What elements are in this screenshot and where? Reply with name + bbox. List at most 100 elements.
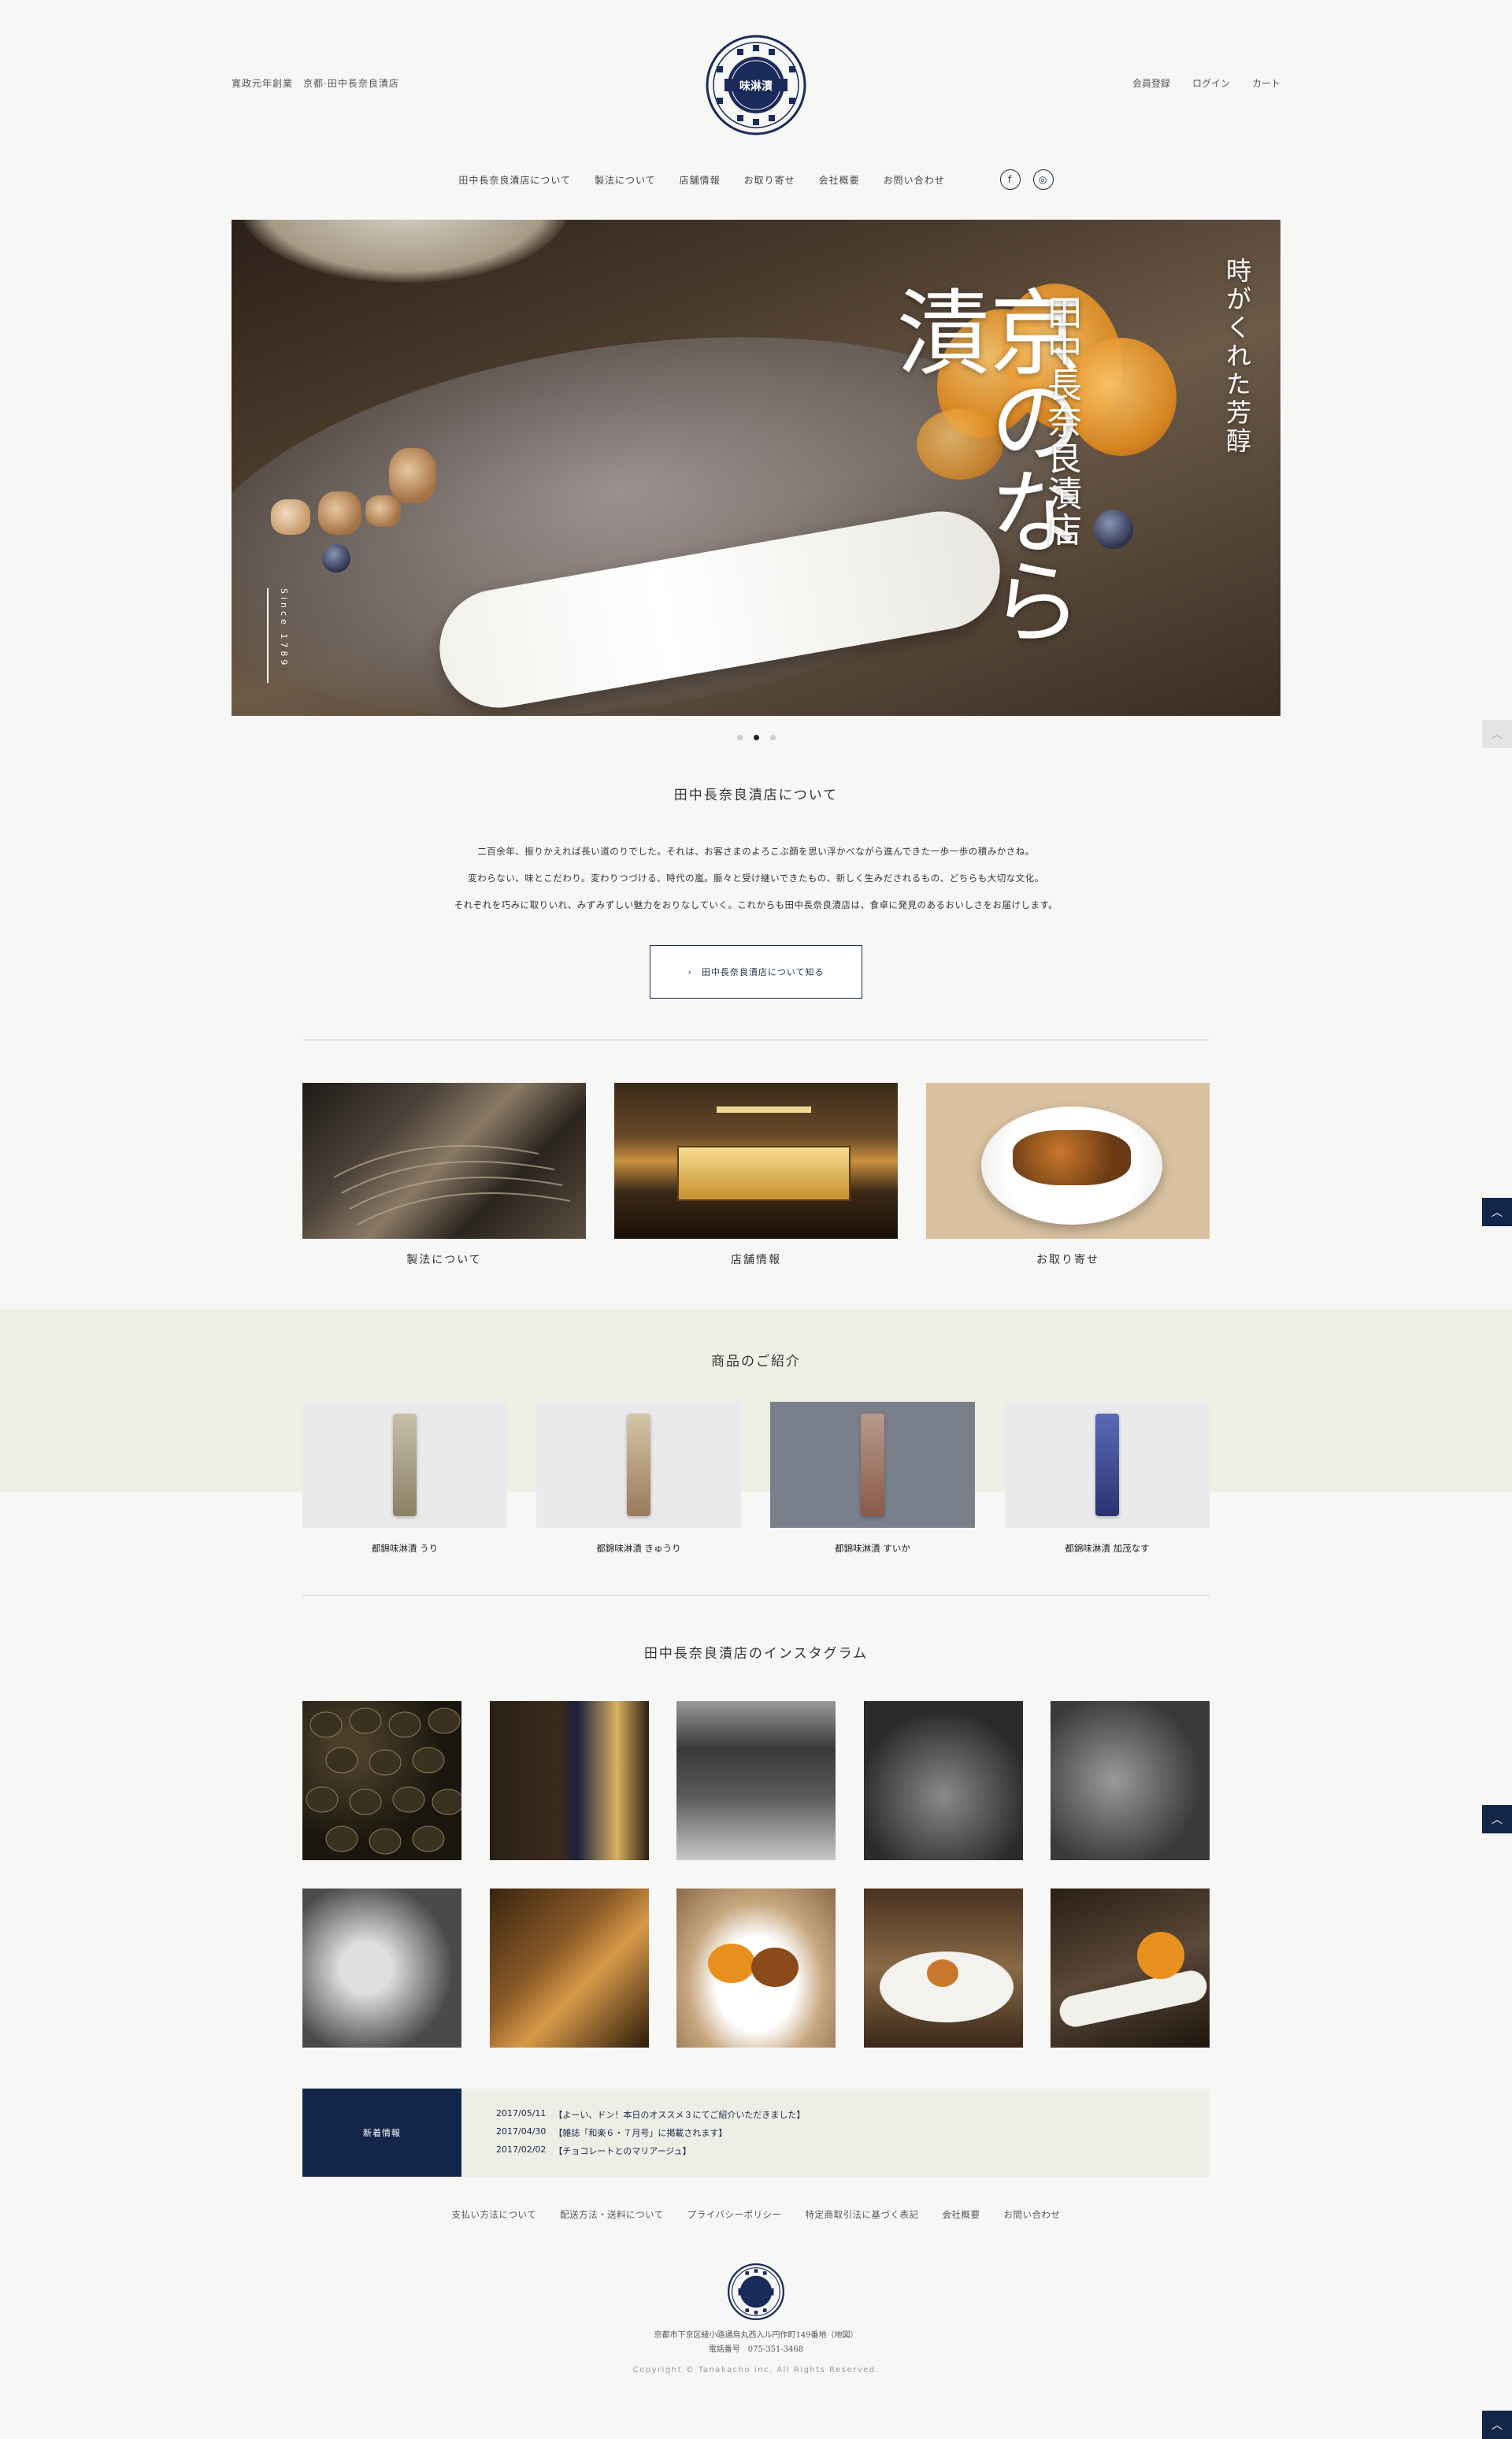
- hero-shop-name: 田中長奈良漬店: [1041, 295, 1081, 548]
- product-name: 都錦味淋漬 きゅうり: [596, 1543, 681, 1554]
- instagram-photo[interactable]: [676, 1701, 836, 1860]
- hero-divider: [267, 588, 269, 683]
- instagram-photo[interactable]: [302, 1701, 461, 1860]
- product-card[interactable]: 都錦味淋漬 すいか: [770, 1402, 975, 1555]
- header-tagline: 寛政元年創業 京都·田中長奈良漬店: [232, 78, 399, 89]
- feature-image-order: [926, 1083, 1210, 1239]
- news-item[interactable]: 2017/05/11 【よーい、ドン！本日のオススメ３にてご紹介いただきました】: [496, 2108, 1210, 2126]
- news-text: 【よーい、ドン！本日のオススメ３にてご紹介いただきました】: [554, 2110, 806, 2120]
- footer-link-privacy[interactable]: プライバシーポリシー: [687, 2208, 782, 2221]
- slider-dot-active[interactable]: [753, 735, 759, 740]
- news-text: 【雑誌「和楽６・７月号」に掲載されます】: [554, 2128, 728, 2138]
- product-image: [536, 1402, 741, 1528]
- copyright: Copyright © Tanakacho inc. All Rights Re…: [632, 2366, 880, 2374]
- product-card[interactable]: 都錦味淋漬 うり: [302, 1402, 507, 1555]
- about-line: 二百余年、振りかえれば長い道のりでした。それは、お客さまのよろこぶ顔を思い浮かべ…: [477, 846, 1035, 857]
- footer-link-company[interactable]: 会社概要: [943, 2208, 980, 2221]
- footer-link-contact[interactable]: お問い合わせ: [1004, 2208, 1061, 2221]
- footer-link-payment[interactable]: 支払い方法について: [451, 2208, 536, 2221]
- page-top-button[interactable]: ︿: [1482, 1198, 1512, 1226]
- feature-image-store: [614, 1083, 898, 1239]
- feature-card-order[interactable]: お取り寄せ: [926, 1083, 1210, 1267]
- about-line: それぞれを巧みに取りいれ、みずみずしい魅力をおりなしていく。これからも田中長奈良…: [454, 899, 1058, 910]
- product-name: 都錦味淋漬 うり: [371, 1543, 439, 1554]
- chevron-up-icon: ︿: [1492, 2419, 1503, 2432]
- product-card[interactable]: 都錦味淋漬 きゅうり: [536, 1402, 741, 1555]
- instagram-photo[interactable]: [676, 1889, 836, 2048]
- news-date: 2017/04/30: [496, 2126, 547, 2137]
- page: 寛政元年創業 京都·田中長奈良漬店 味淋漬 会員登録 ログイン カート 田中長奈…: [0, 0, 1512, 2439]
- shop-logo[interactable]: 味淋漬: [706, 35, 806, 135]
- nav-method[interactable]: 製法について: [595, 173, 656, 187]
- about-text: 二百余年、振りかえれば長い道のりでした。それは、お客さまのよろこぶ顔を思い浮かべ…: [0, 838, 1512, 918]
- products-title: 商品のご紹介: [711, 1354, 801, 1370]
- instagram-photo[interactable]: [864, 1701, 1023, 1860]
- nav-order[interactable]: お取り寄せ: [744, 173, 795, 187]
- instagram-photo[interactable]: [864, 1889, 1023, 2048]
- about-line: 変わらない、味とこだわり。変わりつづける、時代の嵐。脈々と受け継いできたもの、新…: [468, 873, 1044, 884]
- feature-label: 店舗情報: [731, 1254, 781, 1266]
- footer-link-shipping[interactable]: 配送方法・送料について: [560, 2208, 664, 2221]
- instagram-title: 田中長奈良漬店のインスタグラム: [643, 1646, 869, 1662]
- page-top-button[interactable]: ︿: [1482, 1805, 1512, 1833]
- feature-label: お取り寄せ: [1036, 1254, 1099, 1266]
- divider: [302, 1595, 1210, 1596]
- instagram-icon[interactable]: ◎: [1032, 169, 1054, 190]
- register-link[interactable]: 会員登録: [1132, 76, 1170, 90]
- instagram-photo[interactable]: [1051, 1889, 1210, 2048]
- about-more-button[interactable]: › 田中長奈良漬店について知る: [650, 945, 862, 999]
- logo-text: 味淋漬: [739, 80, 773, 93]
- cart-link[interactable]: カート: [1252, 76, 1280, 90]
- slider-dot[interactable]: [736, 735, 743, 740]
- product-name: 都錦味淋漬 加茂なす: [1065, 1543, 1150, 1554]
- nav-store[interactable]: 店舗情報: [680, 173, 721, 187]
- hero-slider[interactable]: 京のなら漬 田中長奈良漬店 時がくれた芳醇 Since 1789: [232, 220, 1280, 716]
- instagram-photo[interactable]: [490, 1889, 649, 2048]
- product-image: [770, 1402, 975, 1528]
- news-date: 2017/02/02: [496, 2144, 547, 2155]
- news-list: 2017/05/11 【よーい、ドン！本日のオススメ３にてご紹介いただきました】…: [461, 2089, 1210, 2177]
- login-link[interactable]: ログイン: [1192, 76, 1230, 90]
- main-nav: 田中長奈良漬店について 製法について 店舗情報 お取り寄せ 会社概要 お問い合わ…: [0, 169, 1512, 190]
- chevron-up-icon: ︿: [1492, 1207, 1503, 1219]
- chevron-up-icon: ︿: [1492, 1814, 1503, 1826]
- nav-company[interactable]: 会社概要: [819, 173, 860, 187]
- product-name: 都錦味淋漬 すいか: [835, 1543, 910, 1554]
- nav-contact[interactable]: お問い合わせ: [884, 173, 945, 187]
- page-top-button[interactable]: ︿: [1482, 720, 1512, 748]
- news-date: 2017/05/11: [496, 2108, 547, 2118]
- instagram-photo[interactable]: [490, 1701, 649, 1860]
- hero-since: Since 1789: [279, 588, 289, 669]
- footer-nav: 支払い方法について 配送方法・送料について プライバシーポリシー 特定商取引法に…: [0, 2208, 1512, 2221]
- footer-link-legal[interactable]: 特定商取引法に基づく表記: [806, 2208, 919, 2221]
- slider-dots: [0, 735, 1512, 740]
- feature-image-method: [302, 1083, 586, 1239]
- footer-address-block: 京都市下京区綾小路通烏丸西入ル円作町149番地（地図） 電話番号 075-351…: [0, 2329, 1512, 2357]
- product-card[interactable]: 都錦味淋漬 加茂なす: [1005, 1402, 1210, 1555]
- footer-address: 京都市下京区綾小路通烏丸西入ル円作町149番地（地図）: [654, 2331, 858, 2340]
- nav-about[interactable]: 田中長奈良漬店について: [458, 173, 571, 187]
- products-band: [0, 1309, 1512, 1492]
- slider-dot[interactable]: [769, 735, 776, 740]
- product-image: [1005, 1402, 1210, 1528]
- about-title: 田中長奈良漬店について: [673, 788, 839, 803]
- about-more-label: 田中長奈良漬店について知る: [701, 967, 825, 977]
- page-top-button[interactable]: ︿: [1482, 2411, 1512, 2439]
- news-item[interactable]: 2017/04/30 【雑誌「和楽６・７月号」に掲載されます】: [496, 2126, 1210, 2144]
- chevron-right-icon: ›: [687, 966, 692, 977]
- feature-label: 製法について: [406, 1254, 482, 1266]
- footer-phone: 電話番号 075-351-3468: [708, 2345, 804, 2354]
- feature-card-method[interactable]: 製法について: [302, 1083, 586, 1267]
- instagram-photo[interactable]: [1051, 1701, 1210, 1860]
- user-nav: 会員登録 ログイン カート: [1132, 76, 1280, 90]
- news-item[interactable]: 2017/02/02 【チョコレートとのマリアージュ】: [496, 2144, 1210, 2163]
- hero-catchcopy: 時がくれた芳醇: [1222, 258, 1252, 456]
- product-image: [302, 1402, 507, 1528]
- feature-card-store[interactable]: 店舗情報: [614, 1083, 898, 1267]
- instagram-photo[interactable]: [302, 1889, 461, 2048]
- news-label: 新着情報: [302, 2089, 461, 2177]
- news-text: 【チョコレートとのマリアージュ】: [554, 2146, 691, 2156]
- footer-logo[interactable]: [728, 2263, 784, 2320]
- facebook-icon[interactable]: f: [999, 169, 1021, 190]
- chevron-up-icon: ︿: [1492, 728, 1503, 741]
